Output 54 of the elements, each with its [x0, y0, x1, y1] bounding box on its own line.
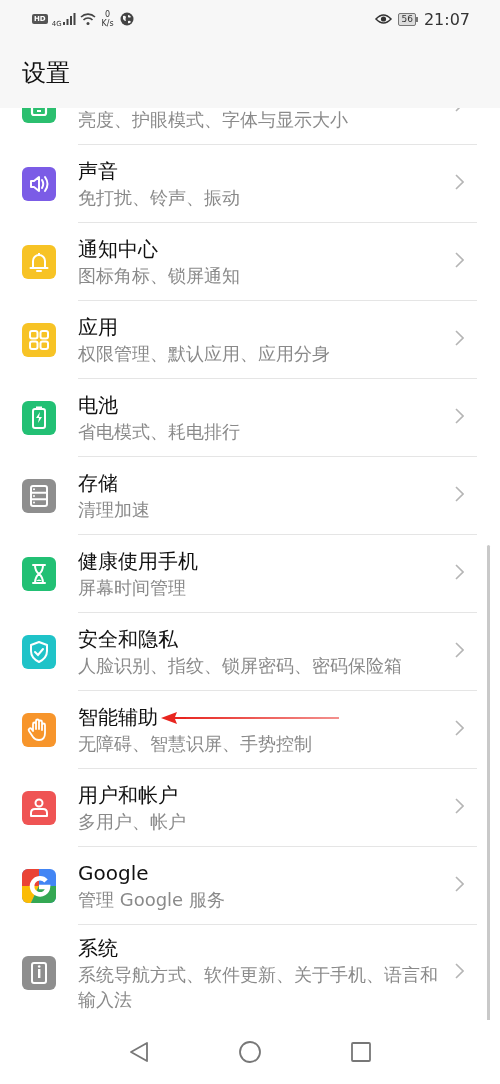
chevron-right-icon [455, 798, 464, 814]
chevron-right-icon [455, 330, 464, 346]
item-title: Google [78, 860, 149, 887]
settings-item[interactable]: 用户和帐户 多用户、帐户 [0, 769, 500, 847]
item-subtitle: 无障碍、智慧识屏、手势控制 [78, 732, 313, 756]
chevron-right-icon [455, 963, 464, 979]
speed-unit: K/s [101, 19, 114, 28]
item-subtitle: 免打扰、铃声、振动 [78, 186, 241, 210]
settings-item[interactable]: 智能辅助 无障碍、智慧识屏、手势控制 [0, 691, 500, 769]
item-title: 存储 [78, 470, 118, 497]
item-subtitle: 屏幕时间管理 [78, 576, 187, 600]
wifi-icon [79, 13, 96, 25]
item-subtitle: 权限管理、默认应用、应用分身 [78, 342, 331, 366]
settings-item[interactable]: 应用 权限管理、默认应用、应用分身 [0, 301, 500, 379]
globe-icon [119, 12, 134, 26]
item-title: 声音 [78, 158, 118, 185]
item-title: 安全和隐私 [78, 626, 178, 653]
chevron-right-icon [455, 174, 464, 190]
item-subtitle: 管理 Google 服务 [78, 888, 226, 912]
signal-icon [62, 13, 76, 25]
settings-item[interactable]: 健康使用手机 屏幕时间管理 [0, 535, 500, 613]
item-title: 通知中心 [78, 236, 158, 263]
chevron-right-icon [455, 408, 464, 424]
settings-item[interactable]: 存储 清理加速 [0, 457, 500, 535]
settings-item[interactable]: Google 管理 Google 服务 [0, 847, 500, 925]
item-title: 应用 [78, 314, 118, 341]
speed-value: 0 [105, 10, 111, 19]
chevron-right-icon [455, 720, 464, 736]
item-title: 电池 [78, 392, 118, 419]
settings-item[interactable]: 系统 系统导航方式、软件更新、关于手机、语言和输入法 [0, 925, 500, 1020]
item-title: 健康使用手机 [78, 548, 198, 575]
battery-indicator: 56 [398, 12, 418, 26]
chevron-right-icon [455, 642, 464, 658]
eye-icon [375, 13, 393, 25]
item-subtitle: 多用户、帐户 [78, 810, 187, 834]
settings-item[interactable]: 通知中心 图标角标、锁屏通知 [0, 223, 500, 301]
chevron-right-icon [455, 486, 464, 502]
item-subtitle: 清理加速 [78, 498, 151, 522]
settings-item[interactable]: 安全和隐私 人脸识别、指纹、锁屏密码、密码保险箱 [0, 613, 500, 691]
item-subtitle: 人脸识别、指纹、锁屏密码、密码保险箱 [78, 654, 403, 678]
item-title: 用户和帐户 [78, 782, 178, 809]
page-title: 设置 [22, 58, 70, 89]
clock: 21:07 [423, 9, 470, 29]
item-subtitle: 图标角标、锁屏通知 [78, 264, 241, 288]
item-title: 系统 [78, 934, 118, 962]
item-subtitle: 亮度、护眼模式、字体与显示大小 [78, 108, 349, 132]
settings-item[interactable]: 电池 省电模式、耗电排行 [0, 379, 500, 457]
settings-item[interactable]: 声音 免打扰、铃声、振动 [0, 145, 500, 223]
item-subtitle: 系统导航方式、软件更新、关于手机、语言和输入法 [78, 962, 439, 1012]
item-subtitle: 省电模式、耗电排行 [78, 420, 241, 444]
chevron-right-icon [455, 252, 464, 268]
chevron-right-icon [455, 564, 464, 580]
chevron-right-icon [455, 876, 464, 892]
item-title: 智能辅助 [78, 704, 158, 731]
